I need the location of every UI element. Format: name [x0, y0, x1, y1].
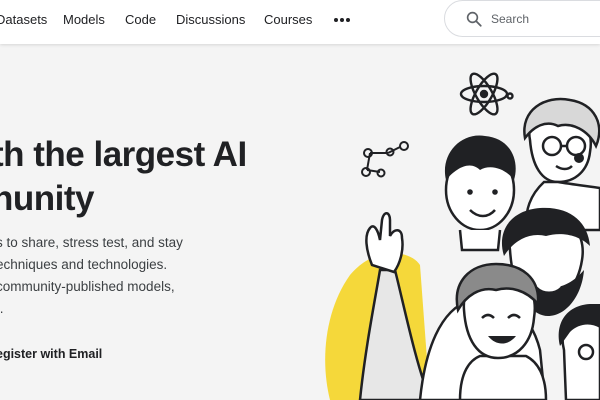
nav-link-models[interactable]: Models — [63, 12, 105, 27]
hero-description-line: t. — [0, 301, 4, 316]
hero-title-line: nunity — [0, 179, 94, 218]
top-navigation-bar: Datasets Models Code Discussions Courses — [0, 0, 600, 44]
search-icon — [466, 11, 482, 27]
hero-title: th the largest AI nunity — [0, 133, 247, 221]
molecule-icon — [361, 141, 409, 178]
nav-link-discussions[interactable]: Discussions — [176, 12, 245, 27]
page: Datasets Models Code Discussions Courses… — [0, 0, 600, 400]
nav-link-code[interactable]: Code — [125, 12, 156, 27]
person-partial-right — [558, 304, 600, 400]
hero-description-line: echniques and technologies. — [0, 257, 168, 272]
hero-description-line: community-published models, — [0, 279, 175, 294]
atom-icon — [459, 72, 514, 116]
nav-link-datasets[interactable]: Datasets — [0, 12, 47, 27]
hero-description-line: s to share, stress test, and stay — [0, 235, 183, 250]
more-horizontal-icon[interactable] — [332, 12, 352, 28]
raised-hand — [365, 212, 404, 274]
hero-title-line: th the largest AI — [0, 135, 247, 174]
hero-description: s to share, stress test, and stay echniq… — [0, 232, 183, 320]
register-with-email-button[interactable]: egister with Email — [0, 347, 102, 361]
search-input[interactable] — [491, 11, 591, 26]
community-people-illustration — [325, 72, 600, 400]
search-box[interactable] — [444, 0, 600, 37]
nav-link-courses[interactable]: Courses — [264, 12, 312, 27]
